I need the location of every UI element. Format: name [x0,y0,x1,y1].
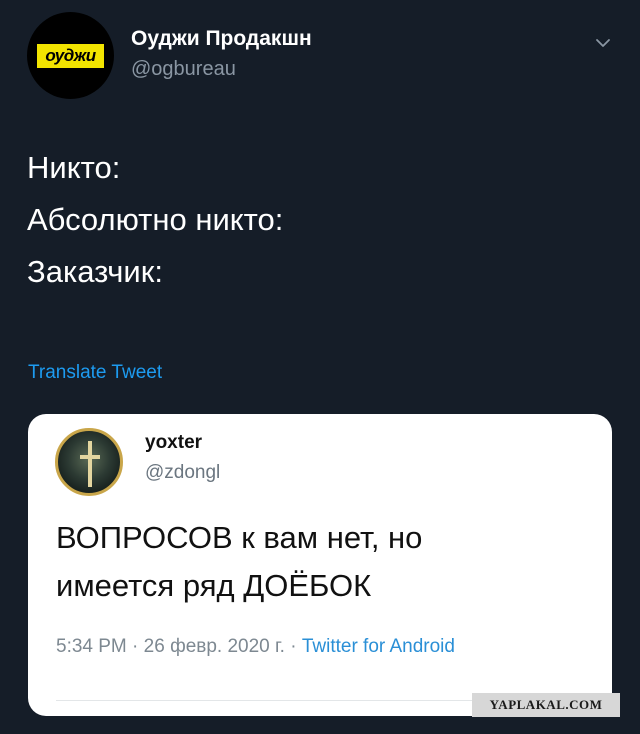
quoted-avatar [55,428,123,496]
chevron-down-icon[interactable] [592,32,614,54]
quoted-source: Twitter for Android [301,636,455,657]
avatar-crossbar-shape [80,455,100,459]
watermark: YAPLAKAL.COM [472,693,620,717]
tweet-line: Абсолютно никто: [27,202,284,237]
author-handle[interactable]: @ogbureau [131,58,236,81]
quoted-author-name: yoxter [145,432,203,453]
quoted-tweet-text: ВОПРОСОВ к вам нет, но имеется ряд ДОЁБО… [56,514,422,610]
translate-tweet-link[interactable]: Translate Tweet [28,362,162,384]
quoted-date: 26 февр. 2020 г. [143,636,285,657]
quoted-tweet-card[interactable]: yoxter @zdongl ВОПРОСОВ к вам нет, но им… [28,414,612,716]
quoted-line: имеется ряд ДОЁБОК [56,568,372,603]
tweet-text: Никто: Абсолютно никто: Заказчик: [27,142,283,298]
quoted-line: ВОПРОСОВ к вам нет, но [56,520,423,555]
author-name[interactable]: Оуджи Продакшн [131,27,312,51]
avatar-logo: оуджи [37,43,104,68]
quoted-meta: 5:34 PM · 26 февр. 2020 г. · Twitter for… [56,636,455,658]
tweet-line: Никто: [27,150,121,185]
author-avatar[interactable]: оуджи [27,12,114,99]
meta-separator: · [284,636,302,657]
meta-separator: · [126,636,144,657]
quoted-time: 5:34 PM [56,636,127,657]
tweet-line: Заказчик: [27,254,163,289]
quoted-author-handle: @zdongl [145,462,221,483]
avatar-spire-shape [88,441,92,487]
